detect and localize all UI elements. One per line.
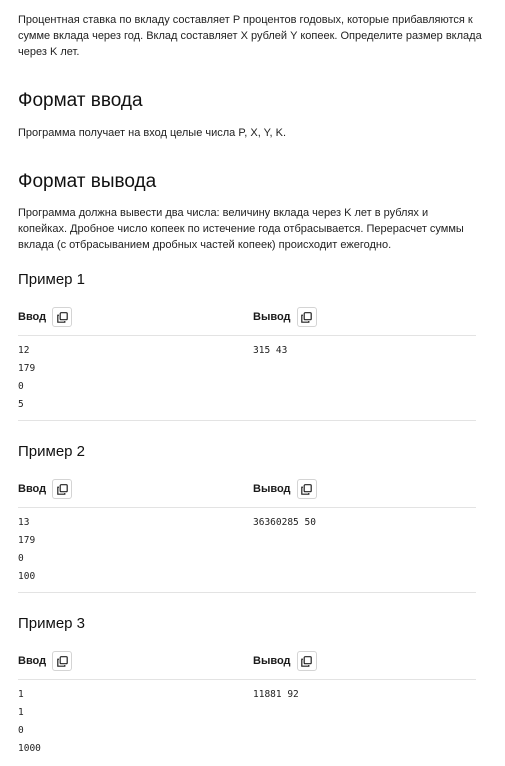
example-title: Пример 1 [18, 271, 86, 288]
example-input[interactable]: 1 1 0 1000 [18, 686, 253, 758]
input-format-heading: Формат ввода [18, 90, 143, 111]
example-header: Ввод Вывод [18, 305, 476, 329]
example-output[interactable]: 36360285 50 [253, 514, 476, 586]
copy-icon [56, 655, 68, 667]
output-label: Вывод [253, 483, 291, 495]
copy-icon [301, 311, 312, 323]
copy-input-button[interactable] [52, 307, 73, 327]
example-1: Пример 1 Ввод Вывод 12 179 0 5 315 43 [18, 271, 476, 421]
example-input[interactable]: 13 179 0 100 [18, 514, 253, 586]
input-label: Ввод [18, 655, 47, 667]
output-label: Вывод [253, 311, 291, 323]
input-format-text: Программа получает на вход целые числа P… [18, 127, 287, 139]
copy-input-button[interactable] [52, 479, 73, 499]
problem-statement: Процентная ставка по вкладу составляет P… [0, 0, 482, 758]
example-3: Пример 3 Ввод Вывод 1 1 0 1000 11881 92 [18, 615, 476, 758]
divider [18, 592, 476, 593]
example-header: Ввод Вывод [18, 477, 476, 501]
example-header: Ввод Вывод [18, 649, 476, 673]
example-title: Пример 2 [18, 443, 86, 460]
divider [18, 420, 476, 421]
copy-output-button[interactable] [296, 307, 317, 327]
input-label: Ввод [18, 483, 47, 495]
example-output[interactable]: 315 43 [253, 342, 476, 414]
copy-output-button[interactable] [296, 479, 317, 499]
output-format-heading: Формат вывода [18, 171, 157, 192]
output-label: Вывод [253, 655, 291, 667]
copy-icon [56, 483, 68, 495]
example-output[interactable]: 11881 92 [253, 686, 476, 758]
example-title: Пример 3 [18, 615, 86, 632]
input-label: Ввод [18, 311, 47, 323]
copy-icon [301, 655, 312, 667]
copy-input-button[interactable] [52, 651, 73, 671]
copy-icon [301, 483, 312, 495]
copy-icon [56, 311, 68, 323]
copy-output-button[interactable] [296, 651, 317, 671]
problem-description: Процентная ставка по вкладу составляет P… [18, 14, 482, 58]
output-format-text: Программа должна вывести два числа: вели… [18, 207, 464, 251]
example-2: Пример 2 Ввод Вывод 13 179 0 100 3636028… [18, 443, 476, 593]
example-input[interactable]: 12 179 0 5 [18, 342, 253, 414]
